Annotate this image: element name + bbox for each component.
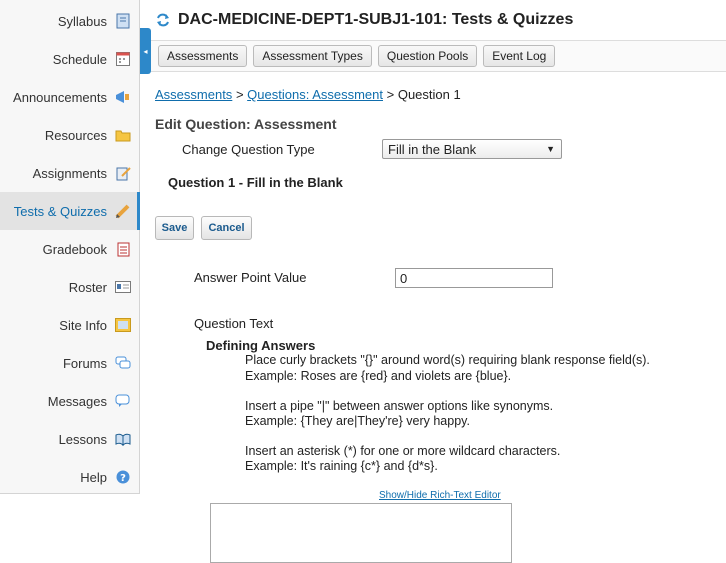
sidebar-item-label: Syllabus (57, 13, 107, 29)
show-hide-rich-text-editor-link[interactable]: Show/Hide Rich-Text Editor (379, 490, 501, 501)
dropdown-arrow-icon: ▼ (546, 144, 555, 154)
sidebar-item-label: Resources (44, 127, 107, 143)
answer-point-value-label: Answer Point Value (194, 270, 307, 285)
page-title: DAC-MEDICINE-DEPT1-SUBJ1-101: Tests & Qu… (178, 11, 574, 28)
instruction-example: Example: It's raining {c*} and {d*s}. (245, 459, 438, 473)
question-type-select[interactable]: Fill in the Blank ▼ (382, 139, 562, 159)
edit-document-icon (115, 165, 131, 181)
instruction-line: Place curly brackets "{}" around word(s)… (245, 353, 650, 367)
sidebar-item-lessons[interactable]: Lessons (0, 420, 139, 458)
change-question-type-label: Change Question Type (182, 142, 315, 157)
gradebook-icon (115, 241, 131, 257)
breadcrumb-separator: > (386, 87, 395, 102)
sidebar-item-gradebook[interactable]: Gradebook (0, 230, 139, 268)
event-log-button[interactable]: Event Log (483, 45, 556, 67)
sidebar-item-messages[interactable]: Messages (0, 382, 139, 420)
question-heading: Question 1 - Fill in the Blank (168, 175, 343, 190)
collapse-sidebar-toggle[interactable]: ◂ (140, 28, 151, 74)
syllabus-icon (115, 13, 131, 29)
sidebar-item-label: Schedule (52, 51, 107, 67)
instruction-example: Example: {They are|They're} very happy. (245, 414, 470, 428)
sidebar-item-label: Gradebook (42, 241, 107, 257)
sidebar-item-announcements[interactable]: Announcements (0, 78, 139, 116)
sidebar-item-resources[interactable]: Resources (0, 116, 139, 154)
page-header: DAC-MEDICINE-DEPT1-SUBJ1-101: Tests & Qu… (151, 0, 726, 40)
section-title: Edit Question: Assessment (155, 116, 337, 132)
breadcrumb-link-questions[interactable]: Questions: Assessment (247, 87, 383, 102)
sidebar-item-help[interactable]: Help ? (0, 458, 139, 496)
question-text-editor[interactable] (210, 503, 512, 563)
id-card-icon (115, 279, 131, 295)
collapse-arrow-icon: ◂ (143, 46, 148, 56)
sidebar-item-assignments[interactable]: Assignments (0, 154, 139, 192)
folder-icon (115, 127, 131, 143)
sidebar-item-site-info[interactable]: Site Info (0, 306, 139, 344)
sidebar-item-tests-quizzes[interactable]: Tests & Quizzes (0, 192, 140, 230)
sidebar-item-label: Roster (68, 279, 107, 295)
question-pools-button[interactable]: Question Pools (377, 45, 478, 67)
defining-answers-title: Defining Answers (206, 338, 316, 353)
refresh-arrows-icon[interactable] (156, 13, 170, 27)
tool-toolbar: Assessments Assessment Types Question Po… (151, 40, 726, 72)
assessments-button[interactable]: Assessments (158, 45, 248, 67)
speech-bubbles-icon (115, 355, 131, 371)
breadcrumb: Assessments > Questions: Assessment > Qu… (155, 87, 461, 102)
sidebar-item-label: Assignments (32, 165, 107, 181)
instruction-line: Insert an asterisk (*) for one or more w… (245, 444, 561, 458)
save-button[interactable]: Save (155, 216, 194, 240)
help-icon: ? (115, 469, 131, 485)
breadcrumb-current: Question 1 (397, 87, 461, 102)
svg-text:?: ? (120, 473, 126, 484)
sidebar-item-label: Announcements (13, 89, 107, 105)
assessment-types-button[interactable]: Assessment Types (253, 45, 372, 67)
sidebar-item-label: Site Info (59, 317, 107, 333)
cancel-button[interactable]: Cancel (201, 216, 252, 240)
sidebar-item-forums[interactable]: Forums (0, 344, 139, 382)
breadcrumb-link-assessments[interactable]: Assessments (155, 87, 232, 102)
sidebar-item-label: Help (80, 469, 107, 485)
message-bubble-icon (115, 393, 131, 409)
answer-point-value-input[interactable]: 0 (395, 268, 553, 288)
book-icon (115, 431, 131, 447)
sidebar-item-label: Tests & Quizzes (13, 203, 107, 219)
tool-sidebar: Syllabus Schedule Announcements Resource… (0, 0, 140, 494)
pencil-icon (115, 203, 131, 219)
sidebar-item-label: Forums (62, 355, 107, 371)
calendar-icon (115, 51, 131, 67)
instruction-example: Example: Roses are {red} and violets are… (245, 369, 512, 383)
question-text-label: Question Text (194, 316, 274, 331)
sidebar-item-label: Lessons (58, 431, 107, 447)
sidebar-item-roster[interactable]: Roster (0, 268, 139, 306)
instruction-line: Insert a pipe "|" between answer options… (245, 399, 554, 413)
question-type-value: Fill in the Blank (388, 141, 477, 157)
sidebar-item-label: Messages (47, 393, 107, 409)
sidebar-item-schedule[interactable]: Schedule (0, 40, 139, 78)
breadcrumb-separator: > (235, 87, 244, 102)
sidebar-item-syllabus[interactable]: Syllabus (0, 2, 139, 40)
site-info-icon (115, 317, 131, 333)
megaphone-icon (115, 89, 131, 105)
